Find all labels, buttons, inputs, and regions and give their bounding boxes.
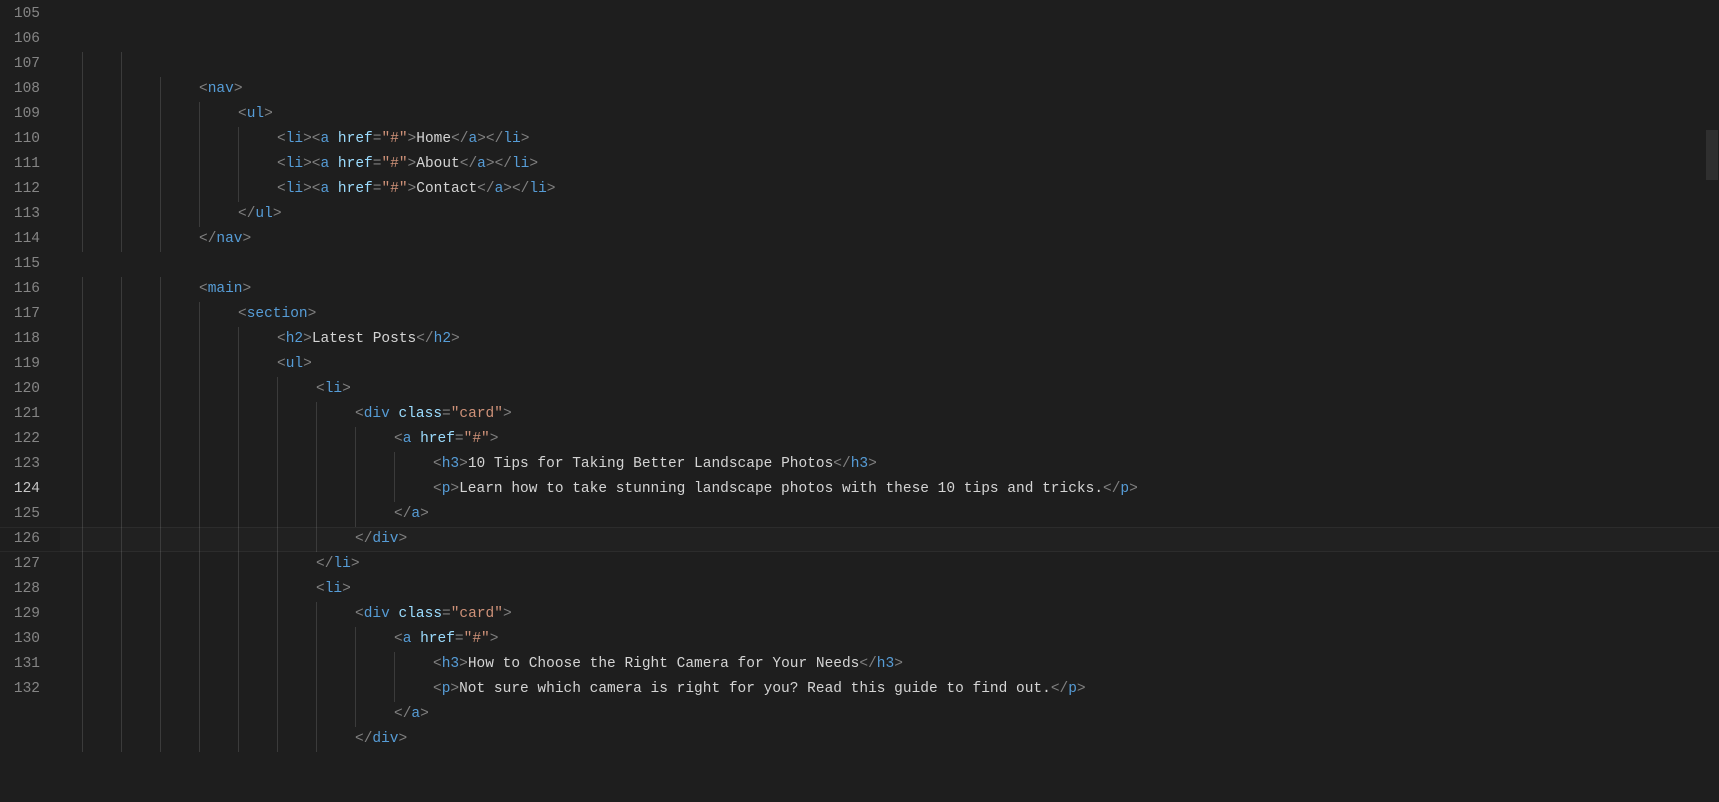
line-number: 110	[0, 127, 40, 152]
code-line[interactable]: <ul>	[60, 102, 1719, 127]
line-number: 113	[0, 202, 40, 227]
code-line[interactable]: <a href="#">	[60, 427, 1719, 452]
code-line[interactable]: <li><a href="#">Contact</a></li>	[60, 177, 1719, 202]
line-number: 109	[0, 102, 40, 127]
code-line[interactable]	[60, 252, 1719, 277]
code-line[interactable]: <ul>	[60, 352, 1719, 377]
code-line[interactable]: <main>	[60, 277, 1719, 302]
line-number: 116	[0, 277, 40, 302]
line-number: 130	[0, 627, 40, 652]
code-line[interactable]: <li><a href="#">Home</a></li>	[60, 127, 1719, 152]
code-line[interactable]: </nav>	[60, 227, 1719, 252]
line-number: 111	[0, 152, 40, 177]
code-line[interactable]: <li>	[60, 577, 1719, 602]
code-line[interactable]: <li><a href="#">About</a></li>	[60, 152, 1719, 177]
code-line[interactable]: <nav>	[60, 77, 1719, 102]
line-number: 119	[0, 352, 40, 377]
code-line[interactable]: </li>	[60, 552, 1719, 577]
code-editor[interactable]: 1051061071081091101111121131141151161171…	[0, 0, 1719, 772]
line-number: 128	[0, 577, 40, 602]
code-line[interactable]: </a>	[60, 502, 1719, 527]
code-line[interactable]: <h3>10 Tips for Taking Better Landscape …	[60, 452, 1719, 477]
line-number: 107	[0, 52, 40, 77]
code-line[interactable]: <div class="card">	[60, 602, 1719, 627]
code-line[interactable]: <p>Not sure which camera is right for yo…	[60, 677, 1719, 702]
line-number-gutter: 1051061071081091101111121131141151161171…	[0, 0, 60, 772]
line-number: 131	[0, 652, 40, 677]
code-area[interactable]: <nav><ul><li><a href="#">Home</a></li><l…	[60, 0, 1719, 772]
line-number: 120	[0, 377, 40, 402]
line-number: 114	[0, 227, 40, 252]
line-number: 123	[0, 452, 40, 477]
code-line[interactable]: <li>	[60, 377, 1719, 402]
line-number: 127	[0, 552, 40, 577]
code-line[interactable]: </ul>	[60, 202, 1719, 227]
line-number: 126	[0, 527, 40, 552]
line-number: 106	[0, 27, 40, 52]
line-number: 122	[0, 427, 40, 452]
line-number: 125	[0, 502, 40, 527]
line-number: 124	[0, 477, 40, 502]
code-line[interactable]: <h3>How to Choose the Right Camera for Y…	[60, 652, 1719, 677]
code-line[interactable]: <h2>Latest Posts</h2>	[60, 327, 1719, 352]
scrollbar-thumb[interactable]	[1706, 130, 1718, 180]
line-number: 132	[0, 677, 40, 702]
line-number: 105	[0, 2, 40, 27]
code-line[interactable]: <div class="card">	[60, 402, 1719, 427]
line-number: 108	[0, 77, 40, 102]
line-number: 118	[0, 327, 40, 352]
line-number: 117	[0, 302, 40, 327]
line-number: 112	[0, 177, 40, 202]
line-number: 121	[0, 402, 40, 427]
code-line[interactable]: <a href="#">	[60, 627, 1719, 652]
code-line[interactable]	[60, 52, 1719, 77]
code-line[interactable]: </div>	[60, 727, 1719, 752]
code-line[interactable]: </div>	[60, 527, 1719, 552]
scrollbar-track[interactable]	[1705, 0, 1719, 772]
code-line[interactable]: <p>Learn how to take stunning landscape …	[60, 477, 1719, 502]
line-number: 129	[0, 602, 40, 627]
line-number: 115	[0, 252, 40, 277]
code-line[interactable]: <section>	[60, 302, 1719, 327]
code-line[interactable]: </a>	[60, 702, 1719, 727]
